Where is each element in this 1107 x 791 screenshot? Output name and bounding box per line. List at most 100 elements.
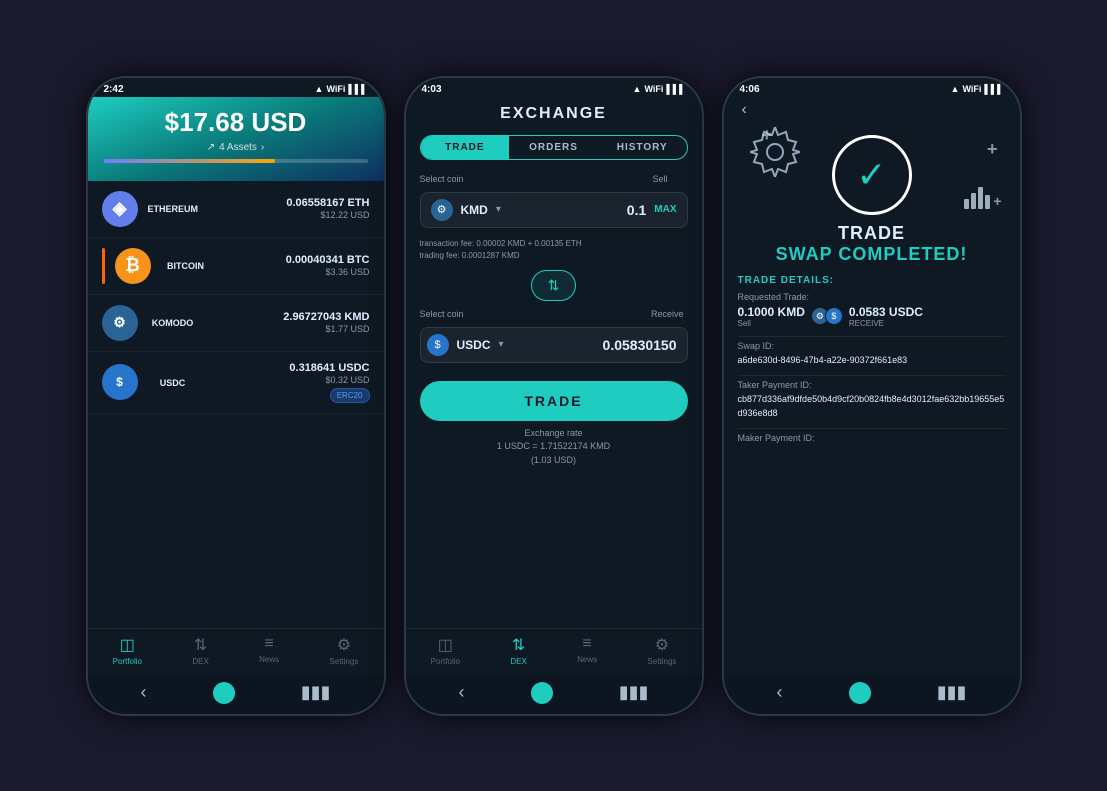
swap-id-section: Swap ID: a6de630d-8496-47b4-a22e-90372f6… [738, 341, 1006, 368]
news-icon-2: ≡ [582, 635, 591, 653]
progress-bar-fill [104, 159, 276, 163]
portfolio-label: Portfolio [113, 657, 142, 666]
kmd-amount: 2.96727043 KMD [208, 311, 370, 323]
back-button-3[interactable]: ‹ [777, 682, 783, 703]
nav-settings-1[interactable]: ⚙ Settings [329, 635, 358, 666]
sell-label: Sell [652, 174, 667, 184]
sell-dropdown-arrow: ▾ [496, 204, 501, 215]
assets-link[interactable]: ↗ 4 Assets › [104, 142, 368, 153]
receive-value: 0.05830150 [512, 337, 677, 353]
coin-item-usdc[interactable]: $ USDC 0.318641 USDC $0.32 USD ERC20 [88, 352, 384, 414]
trading-fee: trading fee: 0.0001287 KMD [420, 250, 688, 262]
coin-item-eth[interactable]: ◈ ETHEREUM 0.06558167 ETH $12.22 USD [88, 181, 384, 238]
bar-chart-icon [964, 187, 990, 209]
kmd-usd: $1.77 USD [208, 324, 370, 334]
coin-item-kmd[interactable]: ⚙ KOMODO 2.96727043 KMD $1.77 USD [88, 295, 384, 352]
settings-icon-2: ⚙ [655, 635, 669, 655]
check-circle-icon: ✓ [832, 135, 912, 215]
usdc-usd: $0.32 USD [208, 375, 370, 385]
select-coin-receive-label: Select coin [420, 309, 464, 319]
swap-id-label: Swap ID: [738, 341, 1006, 351]
nav-portfolio-1[interactable]: ◫ Portfolio [113, 635, 142, 666]
sell-section: Select coin Sell ⚙ KMD ▾ 0.1 MAX [420, 174, 688, 228]
settings-label-2: Settings [647, 657, 676, 666]
phone-swap-completed: 4:06 ▲ WiFi ▌▌▌ ‹ + ✓ [722, 76, 1022, 716]
plus-icon-3: + [993, 193, 1001, 209]
erc20-badge: ERC20 [330, 388, 370, 403]
swap-btn-row: ⇅ [420, 270, 688, 301]
gear-icon-left [750, 127, 800, 177]
kmd-icon: ⚙ [102, 305, 138, 341]
home-button-1[interactable] [213, 682, 235, 704]
usdc-icon: $ [102, 364, 138, 400]
eth-name: ETHEREUM [148, 204, 199, 214]
btc-usd: $3.36 USD [221, 267, 370, 277]
time-3: 4:06 [740, 84, 760, 95]
exchange-rate-line2: 1 USDC = 1.71522174 KMD [420, 440, 688, 454]
sell-amount: 0.1000 KMD [738, 305, 805, 319]
btc-name: BITCOIN [167, 261, 204, 271]
plus-icon-2: + [987, 139, 998, 160]
exchange-title: EXCHANGE [420, 97, 688, 129]
nav-news-1[interactable]: ≡ News [259, 635, 279, 666]
status-bar-1: 2:42 ▲ WiFi ▌▌▌ [88, 78, 384, 97]
taker-payment-value: cb877d336af9dfde50b4d9cf20b0824fb8e4d301… [738, 393, 1006, 420]
max-label[interactable]: MAX [654, 204, 676, 215]
swap-coin-icons: ⚙ $ [811, 307, 843, 325]
trade-title-text: TRADE [724, 223, 1020, 244]
usdc-balance: 0.318641 USDC $0.32 USD ERC20 [208, 362, 370, 403]
btc-bar [102, 248, 105, 284]
tab-trade[interactable]: TRADE [421, 136, 510, 159]
sell-coin-row[interactable]: ⚙ KMD ▾ 0.1 MAX [420, 192, 688, 228]
requested-trade-row: 0.1000 KMD Sell ⚙ $ 0.0583 USDC RECEIVE [738, 305, 1006, 328]
sell-tag: Sell [738, 319, 805, 328]
swap-direction-button[interactable]: ⇅ [531, 270, 577, 301]
status-icons-3: ▲ WiFi ▌▌▌ [951, 84, 1004, 94]
back-button-1[interactable]: ‹ [141, 682, 147, 703]
nav-news-2[interactable]: ≡ News [577, 635, 597, 666]
kmd-info: KOMODO [148, 317, 198, 328]
settings-label: Settings [329, 657, 358, 666]
nav-portfolio-2[interactable]: ◫ Portfolio [431, 635, 460, 666]
news-label-2: News [577, 655, 597, 664]
eth-info: ETHEREUM [148, 203, 199, 214]
eth-balance: 0.06558167 ETH $12.22 USD [208, 197, 369, 220]
back-button-2[interactable]: ‹ [459, 682, 465, 703]
swap-completed-text: SWAP COMPLETED! [724, 244, 1020, 265]
home-button-3[interactable] [849, 682, 871, 704]
trade-button[interactable]: TRADE [420, 381, 688, 421]
exchange-rate: Exchange rate 1 USDC = 1.71522174 KMD (1… [420, 427, 688, 468]
receive-coin-name: USDC [457, 338, 491, 352]
tab-history[interactable]: HISTORY [598, 136, 687, 159]
phone-nav-buttons-3: ‹ ▮▮▮ [724, 674, 1020, 714]
recent-button-1[interactable]: ▮▮▮ [301, 682, 331, 703]
receive-dropdown-arrow: ▾ [499, 339, 504, 350]
recent-button-3[interactable]: ▮▮▮ [937, 682, 967, 703]
news-icon: ≡ [264, 635, 273, 653]
usdc-select-icon: $ [427, 334, 449, 356]
receive-label: Receive [651, 309, 684, 319]
trade-details-title: TRADE DETAILS: [738, 275, 1006, 286]
kmd-balance: 2.96727043 KMD $1.77 USD [208, 311, 370, 334]
nav-dex-2[interactable]: ⇅ DEX [510, 635, 526, 666]
trade-details-section: TRADE DETAILS: Requested Trade: 0.1000 K… [724, 267, 1020, 674]
phone-exchange: 4:03 ▲ WiFi ▌▌▌ EXCHANGE TRADE ORDERS HI… [404, 76, 704, 716]
nav-dex-1[interactable]: ⇅ DEX [192, 635, 208, 666]
back-arrow-button[interactable]: ‹ [738, 97, 747, 118]
receive-coin-row[interactable]: $ USDC ▾ 0.05830150 [420, 327, 688, 363]
news-label: News [259, 655, 279, 664]
exchange-tabs: TRADE ORDERS HISTORY [420, 135, 688, 160]
swap-completed-title: TRADE SWAP COMPLETED! [724, 223, 1020, 265]
eth-icon: ◈ [102, 191, 138, 227]
usdc-name: USDC [160, 378, 186, 388]
btc-icon: ₿ [115, 248, 151, 284]
recent-button-2[interactable]: ▮▮▮ [619, 682, 649, 703]
tab-orders[interactable]: ORDERS [509, 136, 598, 159]
status-bar-3: 4:06 ▲ WiFi ▌▌▌ [724, 78, 1020, 97]
bottom-nav-1: ◫ Portfolio ⇅ DEX ≡ News ⚙ Settings [88, 628, 384, 674]
coin-item-btc[interactable]: ₿ BITCOIN 0.00040341 BTC $3.36 USD [88, 238, 384, 295]
divider-2 [738, 375, 1006, 376]
nav-settings-2[interactable]: ⚙ Settings [647, 635, 676, 666]
exchange-rate-line3: (1.03 USD) [420, 454, 688, 468]
home-button-2[interactable] [531, 682, 553, 704]
